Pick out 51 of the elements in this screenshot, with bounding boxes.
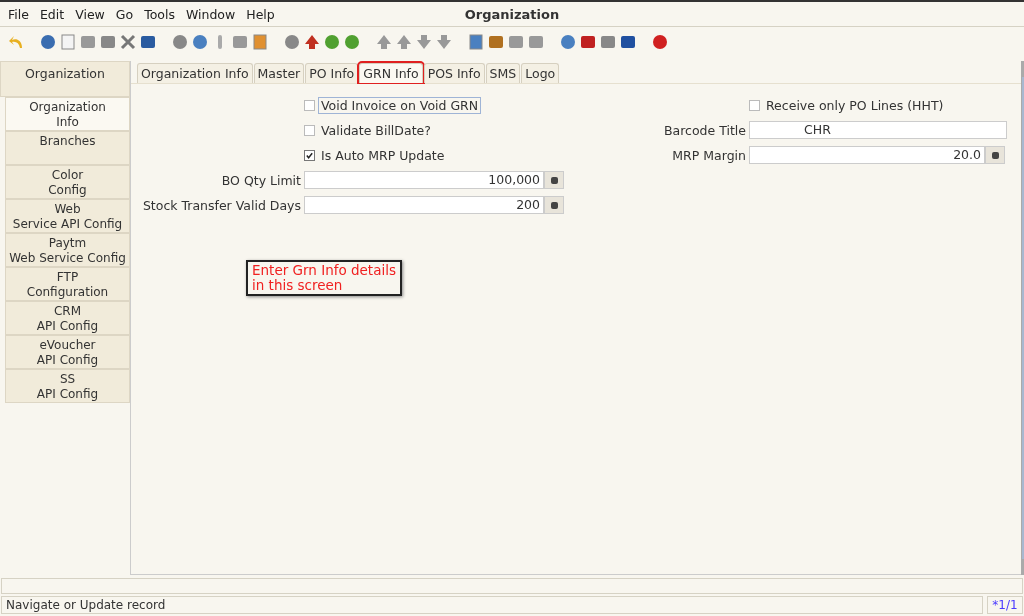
sidebar-item[interactable]: eVoucher API Config: [5, 335, 130, 369]
sidebar-item[interactable]: FTP Configuration: [5, 267, 130, 301]
sidebar-item[interactable]: Web Service API Config: [5, 199, 130, 233]
calculator-button[interactable]: [985, 146, 1005, 164]
tab[interactable]: SMS: [485, 63, 521, 83]
input-field[interactable]: 200: [304, 196, 544, 214]
tab[interactable]: POS Info: [423, 63, 485, 83]
checkbox[interactable]: [304, 149, 315, 161]
menu-item[interactable]: Help: [242, 6, 279, 22]
tab[interactable]: Logo: [521, 63, 560, 83]
menu-item[interactable]: Window: [181, 6, 240, 22]
menu-item[interactable]: View: [71, 6, 109, 22]
callout-note: Enter Grn Info details in this screen: [246, 260, 402, 296]
save-icon[interactable]: [140, 34, 156, 50]
checkbox[interactable]: [304, 99, 315, 111]
checkbox[interactable]: [749, 99, 760, 111]
calculator-button[interactable]: [544, 196, 564, 214]
checkbox-label: Receive only PO Lines (HHT): [765, 96, 945, 114]
sidebar-item[interactable]: Color Config: [5, 165, 130, 199]
checkbox[interactable]: [304, 124, 315, 136]
sidebar-item[interactable]: SS API Config: [5, 369, 130, 403]
menu-item[interactable]: Edit: [35, 6, 69, 22]
checkbox-label: Is Auto MRP Update: [320, 146, 446, 164]
input-field[interactable]: CHR: [749, 121, 1007, 139]
sidebar-item[interactable]: Organization Info: [5, 97, 130, 131]
menu-item[interactable]: File: [4, 6, 33, 22]
field-label: BO Qty Limit: [220, 172, 302, 188]
window-title: Organization: [464, 6, 560, 22]
tab[interactable]: PO Info: [305, 63, 359, 83]
field-label: Barcode Title: [663, 122, 747, 138]
down-arrow-icon[interactable]: [416, 34, 432, 50]
calculator-button[interactable]: [544, 171, 564, 189]
sidebar-item[interactable]: Branches: [5, 131, 130, 165]
checkbox-label: Void Invoice on Void GRN: [318, 96, 482, 114]
menu-item[interactable]: Go: [111, 6, 138, 22]
field-label: MRP Margin: [671, 147, 747, 163]
sidebar-header[interactable]: Organization: [0, 61, 130, 97]
up-arrow-icon[interactable]: [396, 34, 412, 50]
sidebar-item[interactable]: Paytm Web Service Config: [5, 233, 130, 267]
tab[interactable]: Master: [253, 63, 305, 83]
record-counter: *1/1: [987, 596, 1023, 614]
scrollbar[interactable]: [1021, 61, 1024, 575]
sidebar-item[interactable]: CRM API Config: [5, 301, 130, 335]
input-field[interactable]: 20.0: [749, 146, 985, 164]
checkbox-label: Validate BillDate?: [320, 121, 432, 139]
field-label: Stock Transfer Valid Days: [141, 197, 302, 213]
menu-item[interactable]: Tools: [140, 6, 179, 22]
input-field[interactable]: 100,000: [304, 171, 544, 189]
tab[interactable]: GRN Info: [359, 63, 423, 83]
tab[interactable]: Organization Info: [137, 63, 253, 83]
status-message: Navigate or Update record: [1, 596, 983, 614]
